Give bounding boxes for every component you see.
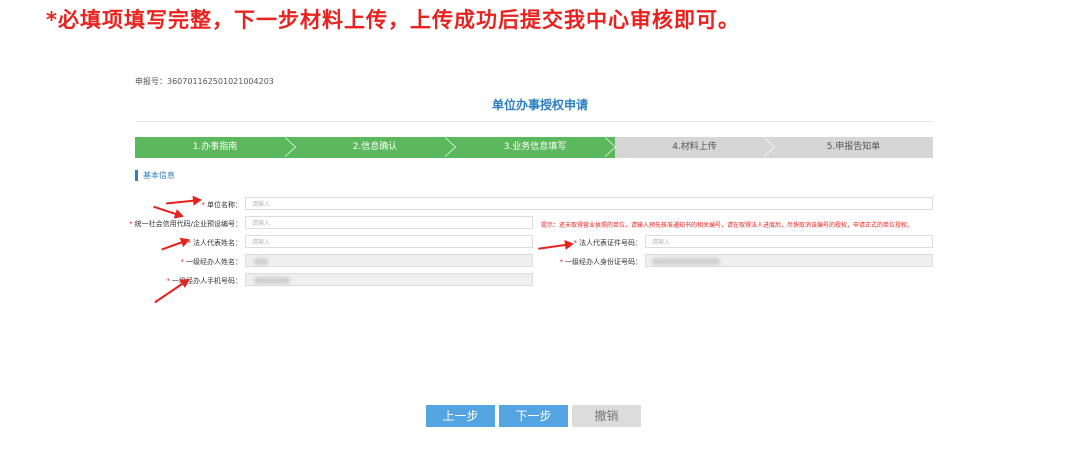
annotation-arrow: [153, 205, 183, 217]
required-mark: *: [559, 258, 564, 266]
legal-rep-name-input[interactable]: 请输入: [245, 235, 533, 248]
page-title: 单位办事授权申请: [491, 98, 588, 112]
step-upload: 4.材料上传: [615, 137, 774, 158]
instruction-banner: *必填项填写完整，下一步材料上传，上传成功后提交我中心审核即可。: [46, 8, 740, 32]
next-button[interactable]: 下一步: [499, 405, 568, 427]
step-confirm: 2.信息确认: [295, 137, 455, 158]
agent-name-field: [245, 254, 533, 267]
unit-name-input[interactable]: 请输入: [245, 197, 933, 210]
prev-button[interactable]: 上一步: [426, 405, 495, 427]
step-guide: 1.办事指南: [135, 137, 295, 158]
required-mark: *: [129, 220, 133, 228]
step-chevron: [284, 137, 295, 157]
agent-id-label-text: 一级经办人身份证号码：: [565, 258, 642, 266]
annotation-arrow: [538, 243, 573, 250]
legal-rep-id-label-text: 法人代表证件号码：: [579, 239, 642, 247]
cancel-button[interactable]: 撤销: [572, 405, 641, 427]
step-chevron: [763, 137, 774, 157]
required-mark: *: [166, 277, 171, 285]
annotation-arrow: [161, 239, 189, 251]
required-mark: *: [180, 258, 185, 266]
step-fill-info: 3.业务信息填写: [455, 137, 615, 158]
step-chevron: [444, 137, 455, 157]
agent-phone-field: [245, 273, 533, 286]
legal-rep-id-label: * 法人代表证件号码：: [574, 238, 643, 248]
step-chevron: [604, 137, 615, 157]
credit-code-hint: 提示：还未取得营业执照的单位，请输入预先核准通知书的相关编号，请在取得法人进度后…: [541, 222, 914, 229]
unit-name-label: * 单位名称：: [202, 200, 243, 210]
agent-id-label: * 一级经办人身份证号码：: [560, 257, 643, 267]
agent-name-label-text: 一级经办人姓名：: [186, 258, 242, 266]
credit-code-input[interactable]: 请输入: [245, 216, 533, 229]
annotation-arrow: [166, 199, 201, 205]
title-divider: [135, 121, 933, 122]
progress-steps: 1.办事指南 2.信息确认 3.业务信息填写 4.材料上传 5.申报告知单: [135, 137, 933, 158]
redacted-value: [652, 258, 720, 265]
step-notice: 5.申报告知单: [774, 137, 933, 158]
redacted-value: [254, 277, 290, 284]
legal-rep-name-label-text: 法人代表姓名：: [193, 239, 242, 247]
legal-rep-id-input[interactable]: 请输入: [645, 235, 933, 248]
agent-id-field: [645, 254, 933, 267]
legal-rep-name-label: *法人代表姓名：: [188, 238, 243, 248]
credit-code-label-text: 统一社会信用代码/企业预设编号：: [134, 220, 242, 228]
agent-name-label: * 一级经办人姓名：: [181, 257, 243, 267]
redacted-value: [254, 258, 268, 265]
unit-name-label-text: 单位名称：: [207, 201, 242, 209]
credit-code-label: * 统一社会信用代码/企业预设编号：: [129, 219, 242, 229]
application-number: 申报号：36070116250102100420​3: [135, 77, 274, 86]
section-basic-info: 基本信息: [135, 170, 175, 181]
